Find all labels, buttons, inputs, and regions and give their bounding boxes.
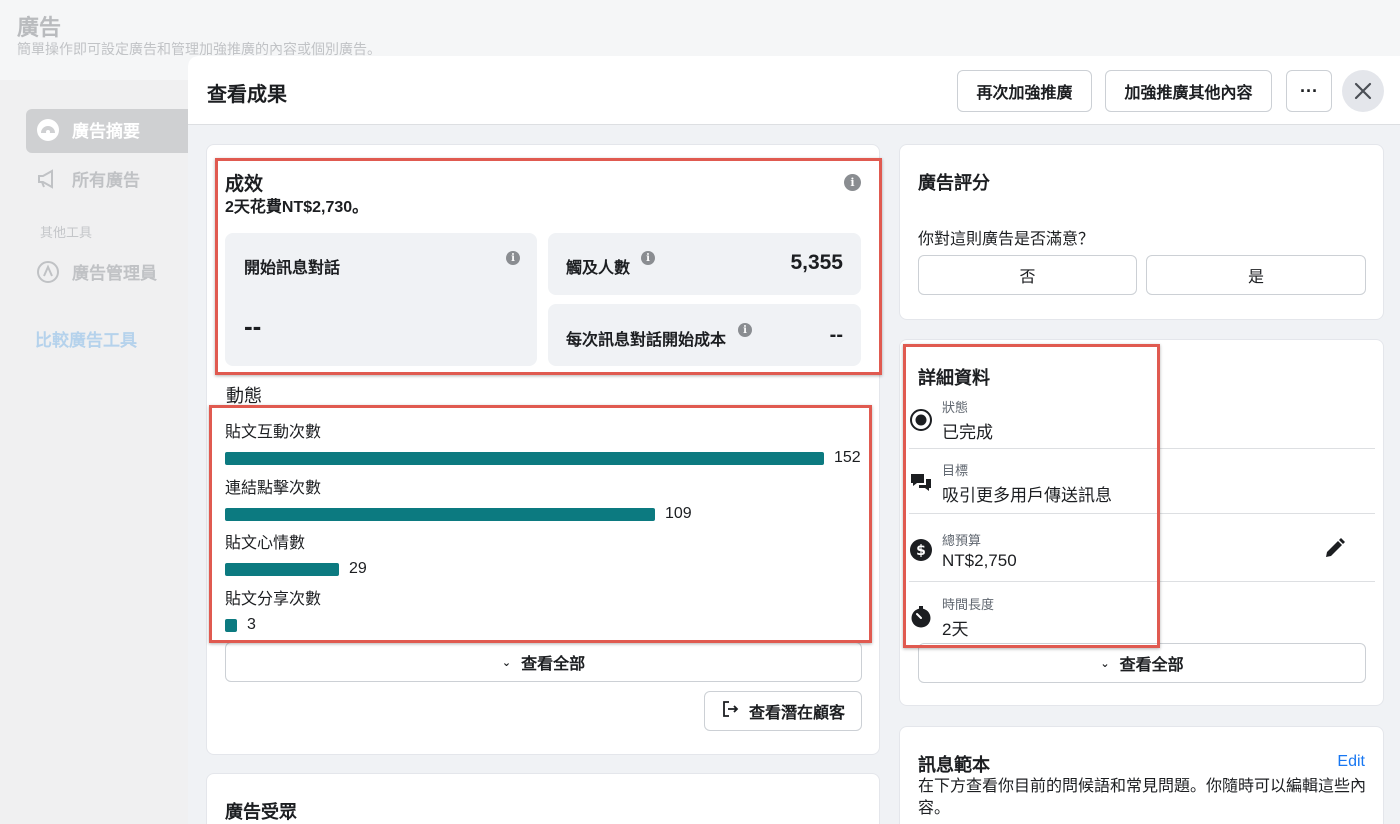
detail-value: 2天 <box>942 620 969 639</box>
reach-value: 5,355 <box>790 251 843 274</box>
chevron-down-icon: ⌄ <box>1100 657 1110 670</box>
performance-title: 成效 <box>225 174 264 195</box>
detail-value: 吸引更多用戶傳送訊息 <box>942 486 1112 505</box>
nav-label: 所有廣告 <box>72 171 140 190</box>
activity-bar <box>225 507 655 521</box>
activity-label: 貼文互動次數 <box>225 424 322 441</box>
info-icon[interactable]: i <box>844 174 861 191</box>
satisfaction-question: 你對這則廣告是否滿意？ <box>918 231 1095 248</box>
chat-bubbles-icon <box>909 471 933 495</box>
ad-rating-title: 廣告評分 <box>918 173 990 193</box>
reach-label: 觸及人數 <box>566 260 631 277</box>
stopwatch-icon <box>909 605 933 629</box>
view-all-details-button[interactable]: ⌄ 查看全部 <box>918 643 1366 683</box>
view-leads-button[interactable]: 查看潛在顧客 <box>704 691 862 731</box>
activity-value: 3 <box>247 616 256 633</box>
divider <box>909 513 1375 514</box>
divider <box>909 448 1375 449</box>
no-button[interactable]: 否 <box>918 255 1137 295</box>
dashboard-icon <box>36 118 60 142</box>
message-template-title: 訊息範本 <box>918 755 990 775</box>
info-icon[interactable]: i <box>506 251 520 265</box>
audience-card: 廣告受眾 <box>206 773 880 824</box>
svg-text:$: $ <box>916 543 926 559</box>
detail-label: 總預算 <box>942 532 982 548</box>
ad-rating-card: 廣告評分 你對這則廣告是否滿意？ 否 是 <box>899 144 1384 320</box>
details-title: 詳細資料 <box>918 368 990 388</box>
more-options-button[interactable]: ··· <box>1286 70 1332 112</box>
detail-label: 狀態 <box>942 400 969 415</box>
dollar-icon: $ <box>909 538 933 562</box>
activity-row: 貼文心情數 29 <box>225 529 367 578</box>
yes-button[interactable]: 是 <box>1146 255 1366 295</box>
nav-label: 廣告管理員 <box>72 264 157 283</box>
edit-pencil-icon[interactable] <box>1323 536 1347 565</box>
view-all-label: 查看全部 <box>521 656 586 673</box>
cost-per-message-label: 每次訊息對話開始成本 <box>566 332 727 349</box>
nav-item-ads-manager[interactable]: 廣告管理員 <box>36 259 157 284</box>
activity-row: 連結點擊次數 109 <box>225 474 692 523</box>
chevron-down-icon: ⌄ <box>501 656 512 669</box>
reach-box: 觸及人數 i 5,355 <box>548 233 861 295</box>
spend-summary: 2天花費NT$2,730。 <box>225 199 369 216</box>
edit-link[interactable]: Edit <box>1337 753 1365 771</box>
divider <box>909 581 1375 582</box>
activity-label: 貼文心情數 <box>225 535 306 552</box>
status-radio-icon <box>909 408 933 432</box>
message-template-card: 訊息範本 Edit 在下方查看你目前的問候語和常見問題。你隨時可以編輯這些內容。 <box>899 726 1384 824</box>
activity-bar <box>225 618 237 632</box>
view-leads-label: 查看潛在顧客 <box>748 705 845 722</box>
export-icon <box>721 700 739 723</box>
boost-other-content-button[interactable]: 加強推廣其他內容 <box>1105 70 1272 112</box>
megaphone-icon <box>36 167 60 191</box>
boost-again-button[interactable]: 再次加強推廣 <box>957 70 1092 112</box>
details-card: 詳細資料 狀態已完成 目標吸引更多用戶傳送訊息 $ 總預算 NT$2,750 <box>899 339 1384 706</box>
activity-value: 152 <box>834 449 861 466</box>
activity-bar <box>225 451 824 465</box>
nav-item-all-ads[interactable]: 所有廣告 <box>36 166 140 191</box>
nav-item-ad-summary[interactable]: 廣告摘要 <box>36 117 140 142</box>
cost-per-message-value: -- <box>829 324 843 346</box>
activity-bar <box>225 562 339 576</box>
ads-manager-icon <box>36 260 60 284</box>
modal-title: 查看成果 <box>207 84 287 106</box>
messaging-started-label: 開始訊息對話 <box>244 260 341 277</box>
activity-label: 連結點擊次數 <box>225 480 322 497</box>
detail-row-duration: 時間長度 2天 <box>909 585 1375 649</box>
activity-label: 貼文分享次數 <box>225 591 322 608</box>
activity-value: 29 <box>349 560 367 577</box>
detail-row-budget: $ 總預算 NT$2,750 <box>909 518 1375 582</box>
detail-row-objective: 目標吸引更多用戶傳送訊息 <box>909 451 1375 515</box>
messaging-started-box: 開始訊息對話 i -- <box>225 233 537 366</box>
compare-ad-tools-link[interactable]: 比較廣告工具 <box>35 326 137 351</box>
cost-per-message-box: 每次訊息對話開始成本 i -- <box>548 304 861 366</box>
view-results-modal: 查看成果 再次加強推廣 加強推廣其他內容 ··· 成效 i 2天花費NT$2,7… <box>188 56 1400 824</box>
performance-card: 成效 i 2天花費NT$2,730。 開始訊息對話 i -- 觸及人數 i 5,… <box>206 144 880 755</box>
view-all-label: 查看全部 <box>1119 657 1184 674</box>
activity-value: 109 <box>665 505 692 522</box>
close-icon <box>1354 82 1372 100</box>
audience-title: 廣告受眾 <box>225 802 297 822</box>
detail-value: NT$2,750 <box>942 550 1017 570</box>
detail-row-status: 狀態 已完成 <box>909 388 1375 452</box>
messaging-started-value: -- <box>244 311 262 341</box>
activity-row: 貼文分享次數 3 <box>225 585 321 634</box>
close-button[interactable] <box>1342 70 1384 112</box>
modal-header: 查看成果 再次加強推廣 加強推廣其他內容 ··· <box>188 56 1400 125</box>
view-all-activity-button[interactable]: ⌄ 查看全部 <box>225 642 862 682</box>
other-tools-label: 其他工具 <box>40 225 93 240</box>
nav-label: 廣告摘要 <box>72 122 140 141</box>
activity-title: 動態 <box>226 386 262 406</box>
info-icon[interactable]: i <box>641 251 655 265</box>
detail-value: 已完成 <box>942 423 993 442</box>
info-icon[interactable]: i <box>738 323 752 337</box>
message-template-description: 在下方查看你目前的問候語和常見問題。你隨時可以編輯這些內容。 <box>918 778 1367 817</box>
detail-label: 時間長度 <box>942 597 995 612</box>
activity-row: 貼文互動次數 152 <box>225 418 861 467</box>
detail-label: 目標 <box>942 463 969 478</box>
page-title: 廣告 <box>17 15 62 40</box>
